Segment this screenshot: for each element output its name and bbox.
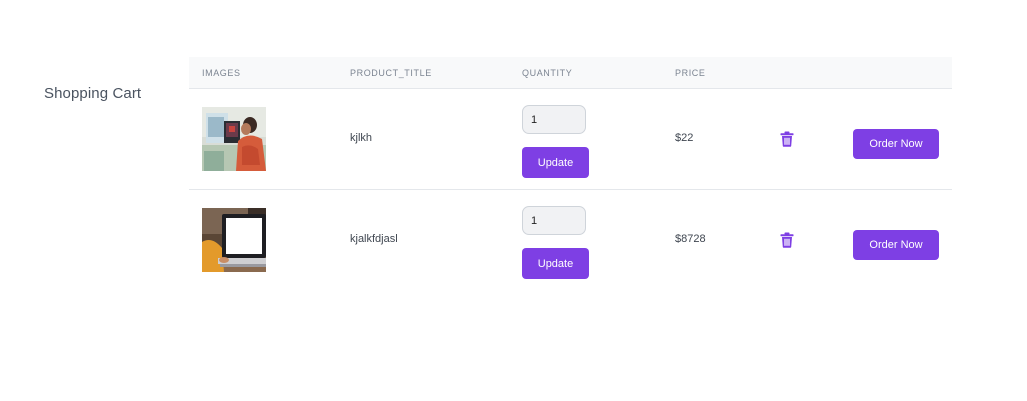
order-now-button[interactable]: Order Now (853, 129, 939, 159)
header-product-title: PRODUCT_TITLE (350, 68, 432, 78)
product-title: kjalkfdjasl (350, 233, 398, 245)
table-row: kjalkfdjasl Update $8728 Order Now (189, 190, 952, 291)
header-price: PRICE (675, 68, 706, 78)
table-row: kjlkh Update $22 Order Now (189, 89, 952, 190)
order-now-button[interactable]: Order Now (853, 230, 939, 260)
trash-icon[interactable] (780, 232, 794, 248)
shopping-cart-page: Shopping Cart IMAGES PRODUCT_TITLE QUANT… (0, 0, 1027, 401)
product-image[interactable] (202, 208, 266, 272)
update-button[interactable]: Update (522, 147, 589, 178)
cart-table: IMAGES PRODUCT_TITLE QUANTITY PRICE kjlk… (189, 57, 952, 291)
header-quantity: QUANTITY (522, 68, 573, 78)
product-photo-woman-tablet-icon (202, 107, 266, 171)
product-photo-laptop-icon (202, 208, 266, 272)
table-header: IMAGES PRODUCT_TITLE QUANTITY PRICE (189, 57, 952, 89)
header-images: IMAGES (202, 68, 241, 78)
trash-icon[interactable] (780, 131, 794, 147)
product-price: $8728 (675, 233, 706, 245)
product-image[interactable] (202, 107, 266, 171)
product-title: kjlkh (350, 132, 373, 144)
page-title: Shopping Cart (44, 85, 142, 102)
quantity-input[interactable] (522, 105, 586, 134)
product-price: $22 (675, 132, 694, 144)
quantity-input[interactable] (522, 206, 586, 235)
update-button[interactable]: Update (522, 248, 589, 279)
